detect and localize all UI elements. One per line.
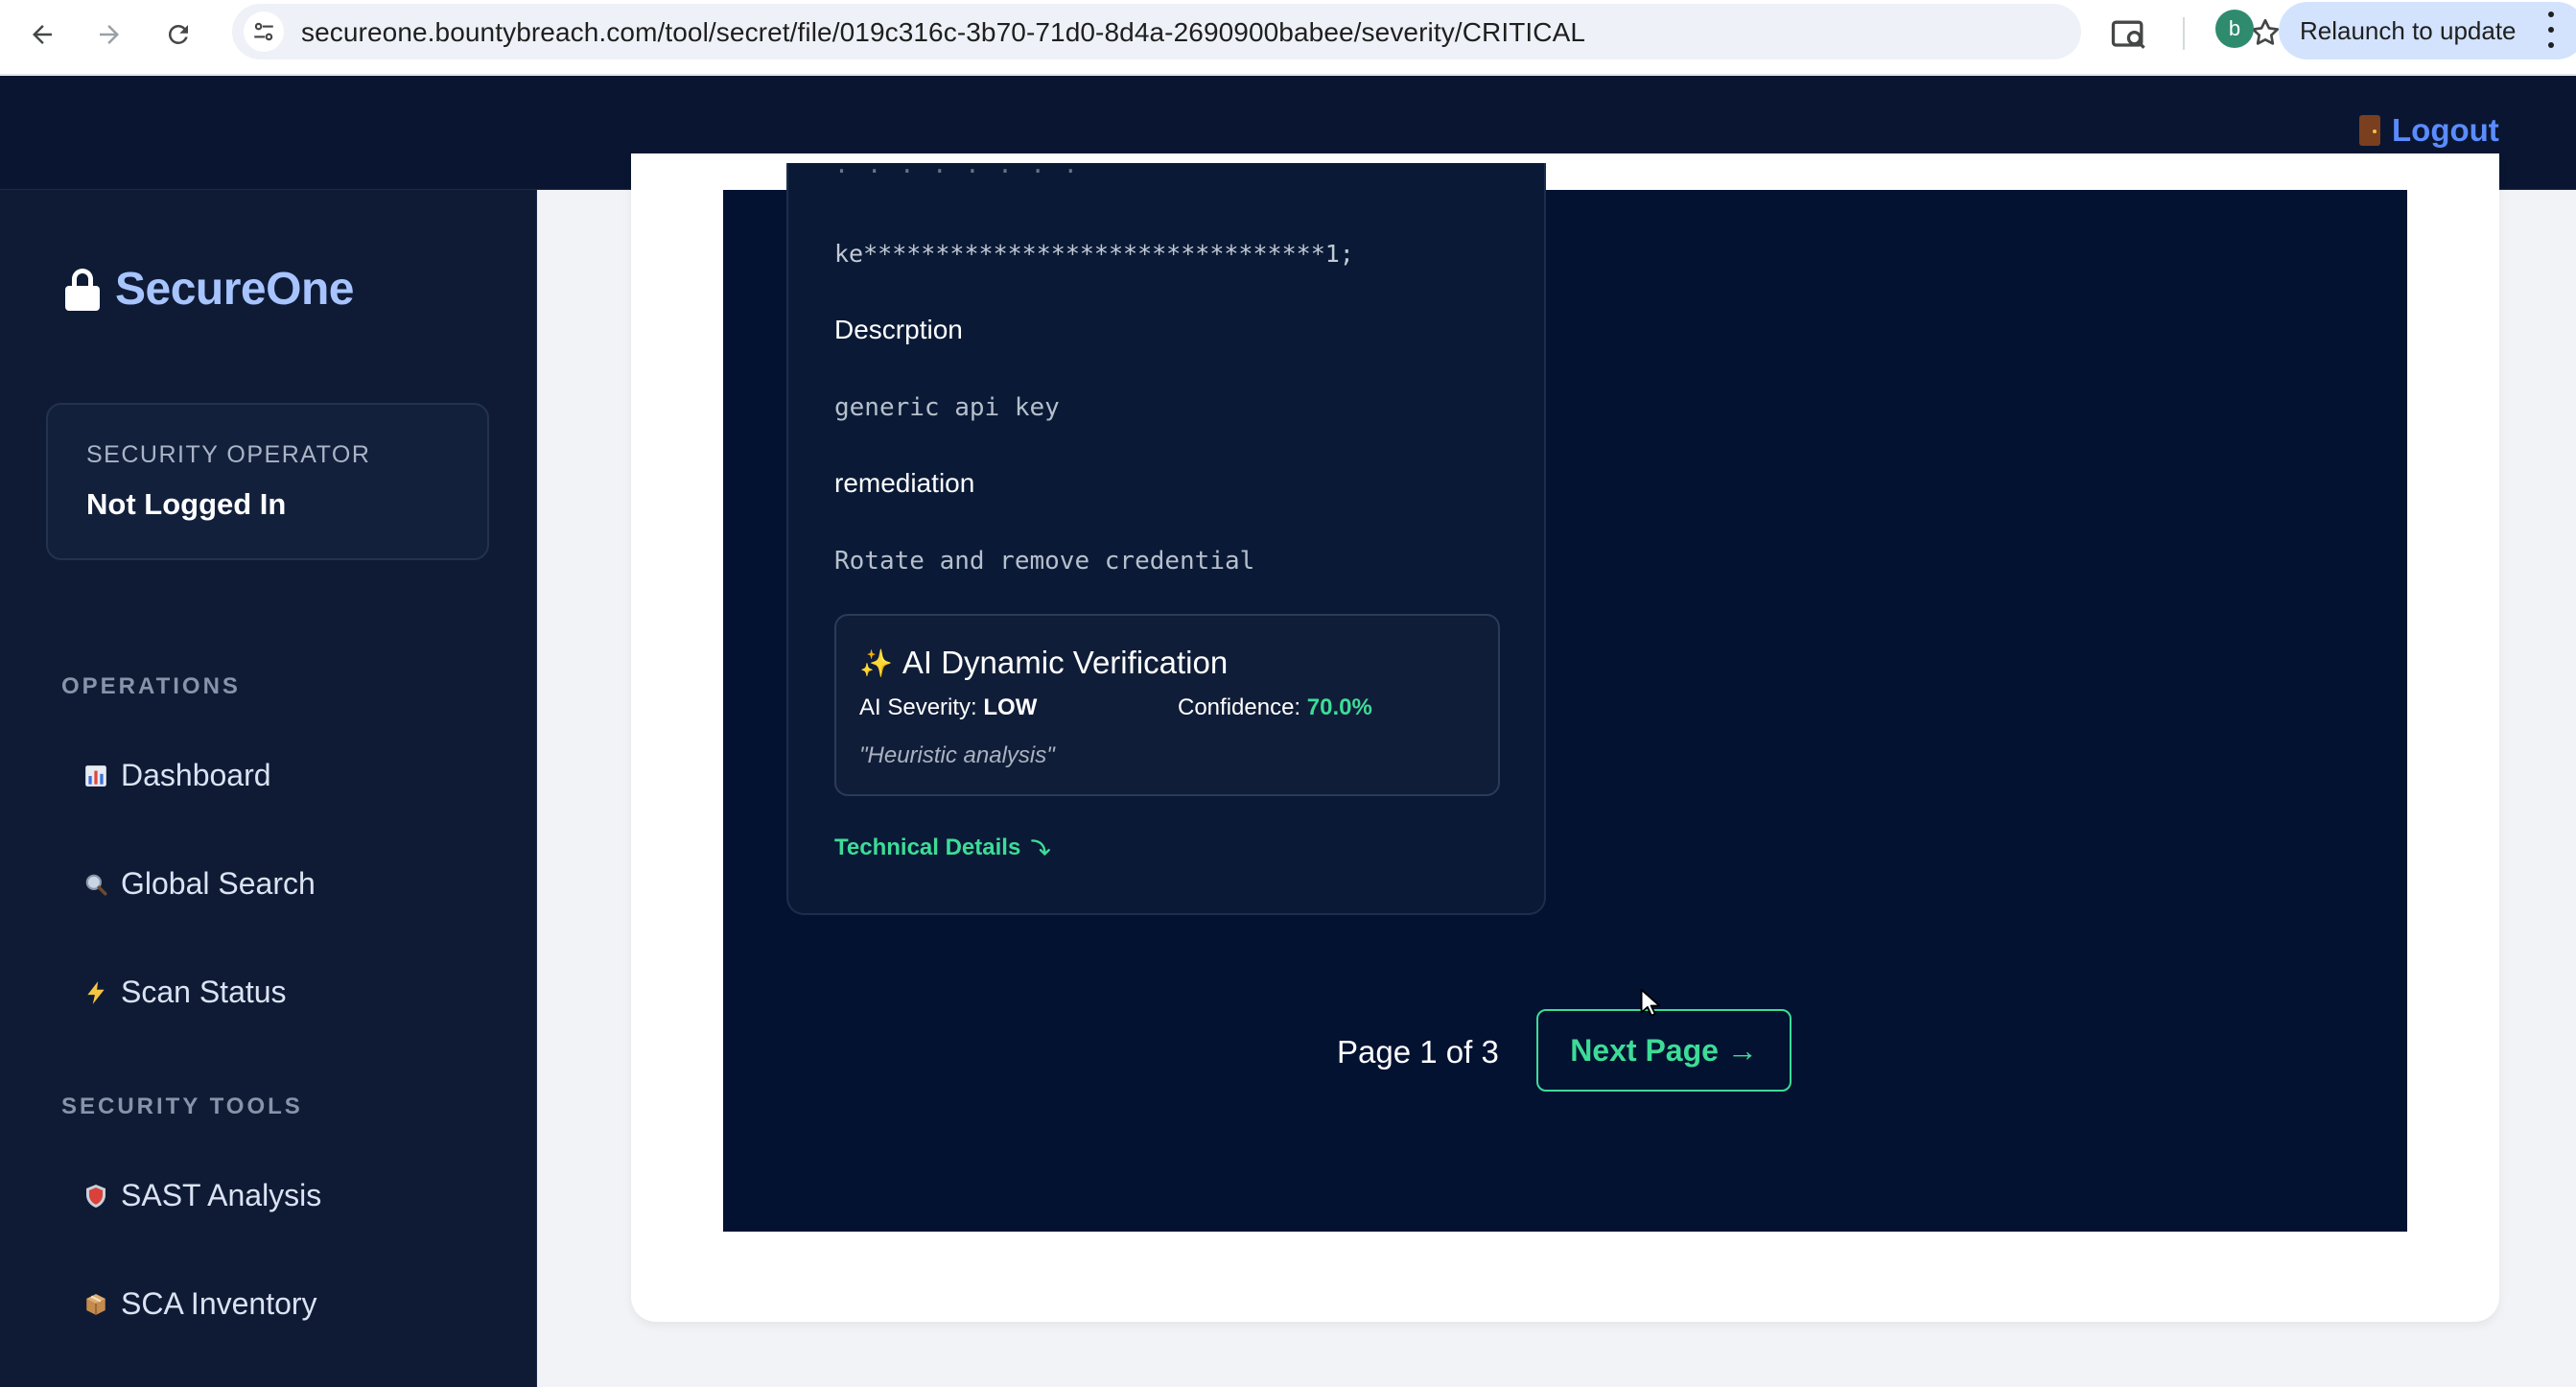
relaunch-label: Relaunch to update [2300, 15, 2517, 45]
ai-confidence-value: 70.0% [1306, 694, 1372, 720]
description-value: generic api key [834, 393, 1060, 422]
brand-name: SecureOne [115, 264, 354, 315]
ai-note: "Heuristic analysis" [859, 742, 1055, 768]
operator-label: SECURITY OPERATOR [86, 441, 371, 468]
curved-arrow-icon [1031, 839, 1051, 856]
reload-button[interactable] [157, 13, 199, 56]
package-icon [82, 1291, 109, 1318]
relaunch-button[interactable]: Relaunch to update [2279, 2, 2576, 59]
finding-card: · · · · · · · · ke**********************… [786, 157, 1546, 915]
ai-confidence: Confidence: 70.0% [1178, 694, 1372, 721]
sidebar-item-label: SCA Inventory [121, 1286, 317, 1321]
sidebar: SecureOne SECURITY OPERATOR Not Logged I… [0, 190, 537, 1387]
back-button[interactable] [21, 13, 63, 56]
ai-verification-box: ✨ AI Dynamic Verification AI Severity: L… [834, 614, 1500, 796]
door-icon [2359, 115, 2380, 146]
sidebar-item-label: Dashboard [121, 758, 271, 792]
zoom-lens-icon[interactable] [2108, 13, 2150, 56]
magnifier-icon [82, 871, 109, 898]
technical-details-label: Technical Details [834, 835, 1021, 860]
sidebar-item-sast-analysis[interactable]: SAST Analysis [82, 1178, 321, 1213]
forward-arrow-icon [100, 25, 119, 44]
site-info-button[interactable] [244, 12, 284, 52]
section-label-operations: OPERATIONS [61, 673, 241, 699]
mouse-cursor-icon [1640, 988, 1661, 1017]
logout-button[interactable]: Logout [2359, 112, 2499, 149]
next-page-button[interactable]: Next Page → [1536, 1009, 1791, 1092]
technical-details-toggle[interactable]: Technical Details [834, 835, 1053, 861]
url-text[interactable]: secureone.bountybreach.com/tool/secret/f… [301, 17, 1585, 48]
sidebar-item-scan-status[interactable]: Scan Status [82, 975, 287, 1010]
clipped-text-row: · · · · · · · · [834, 157, 1080, 185]
site-info-icon [254, 22, 273, 41]
back-arrow-icon [33, 25, 52, 44]
sidebar-item-global-search[interactable]: Global Search [82, 866, 316, 902]
kebab-menu-icon[interactable] [2543, 12, 2559, 48]
page-indicator: Page 1 of 3 [1337, 1034, 1499, 1070]
section-label-security-tools: SECURITY TOOLS [61, 1093, 303, 1119]
browser-toolbar: secureone.bountybreach.com/tool/secret/f… [0, 0, 2576, 75]
bar-chart-icon [82, 763, 109, 789]
reload-icon [168, 24, 188, 44]
sidebar-item-sca-inventory[interactable]: SCA Inventory [82, 1286, 317, 1322]
lightning-icon [82, 979, 109, 1006]
ai-title: ✨ AI Dynamic Verification [859, 645, 1228, 681]
ai-severity: AI Severity: LOW [859, 694, 1037, 721]
sidebar-item-label: Scan Status [121, 975, 287, 1009]
ai-severity-label: AI Severity: [859, 694, 977, 720]
profile-avatar[interactable]: b [2215, 10, 2254, 48]
operator-card: SECURITY OPERATOR Not Logged In [46, 403, 489, 560]
description-heading: Descrption [834, 315, 963, 344]
ai-title-text: AI Dynamic Verification [902, 645, 1229, 680]
ai-severity-value: LOW [983, 694, 1038, 720]
sparkles-icon: ✨ [859, 647, 893, 678]
sidebar-item-label: SAST Analysis [121, 1178, 322, 1212]
remediation-heading: remediation [834, 468, 975, 498]
brand-logo[interactable]: SecureOne [65, 263, 354, 316]
logout-label: Logout [2392, 112, 2499, 148]
masked-secret: ke********************************1; [834, 240, 1354, 268]
toolbar-divider [2183, 17, 2185, 50]
sidebar-item-dashboard[interactable]: Dashboard [82, 758, 271, 793]
lock-icon [65, 268, 100, 311]
remediation-value: Rotate and remove credential [834, 547, 1255, 576]
forward-button[interactable] [88, 13, 130, 56]
shield-icon [82, 1183, 109, 1210]
operator-status: Not Logged In [86, 487, 287, 521]
sidebar-item-label: Global Search [121, 866, 316, 901]
ai-confidence-label: Confidence: [1178, 694, 1301, 720]
address-bar[interactable]: secureone.bountybreach.com/tool/secret/f… [232, 4, 2280, 59]
next-page-label: Next Page → [1570, 1032, 1758, 1068]
